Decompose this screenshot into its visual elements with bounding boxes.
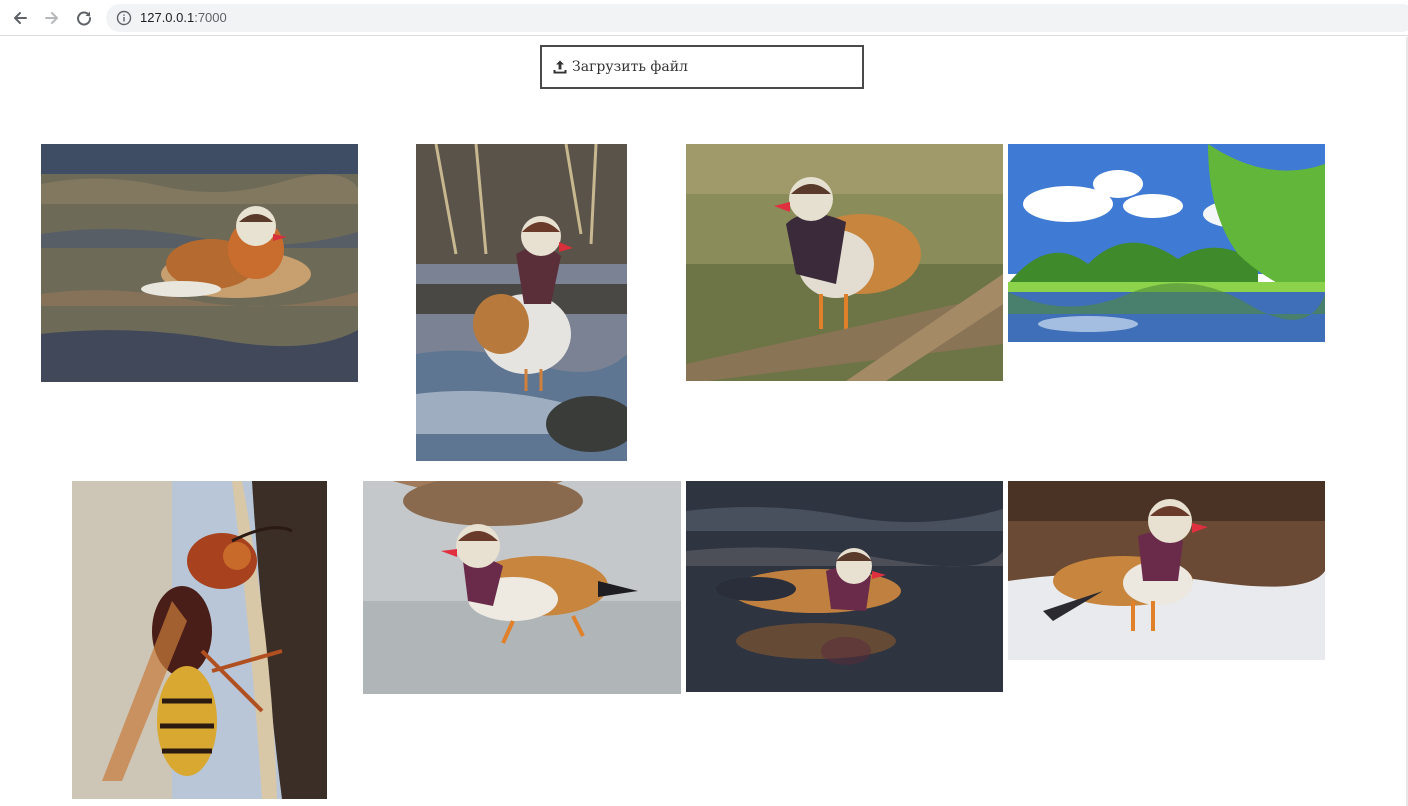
hornet-photo: [72, 481, 327, 799]
gallery-image-duck-dark-water[interactable]: [686, 481, 1003, 692]
duck-photo: [363, 481, 681, 694]
reload-button[interactable]: [70, 4, 98, 32]
gallery-image-duck-water[interactable]: [41, 144, 358, 382]
back-button[interactable]: [6, 4, 34, 32]
duck-photo: [416, 144, 627, 461]
page-content: Загрузить файл: [0, 37, 1406, 806]
forward-arrow-icon: [45, 12, 58, 24]
reload-icon: [77, 11, 92, 26]
gallery-image-duck-log[interactable]: [686, 144, 1003, 381]
upload-label: Загрузить файл: [572, 59, 688, 75]
landscape-photo: [1008, 144, 1325, 342]
duck-photo: [41, 144, 358, 382]
duck-photo: [1008, 481, 1325, 660]
gallery-image-duck-stream[interactable]: [416, 144, 627, 461]
gallery-image-hornet[interactable]: [72, 481, 327, 799]
duck-photo: [686, 144, 1003, 381]
info-icon[interactable]: [116, 10, 132, 26]
url-host: 127.0.0.1: [140, 10, 195, 25]
url-port: :7000: [194, 10, 227, 25]
upload-icon: [553, 60, 567, 74]
duck-photo: [686, 481, 1003, 692]
forward-button[interactable]: [38, 4, 66, 32]
upload-file-button[interactable]: Загрузить файл: [540, 45, 864, 89]
address-bar[interactable]: 127.0.0.1:7000: [106, 4, 1408, 32]
browser-toolbar: 127.0.0.1:7000: [0, 0, 1408, 36]
gallery-image-duck-snow[interactable]: [1008, 481, 1325, 660]
back-arrow-icon: [14, 12, 27, 24]
gallery-image-river-landscape[interactable]: [1008, 144, 1325, 342]
url-text[interactable]: 127.0.0.1:7000: [140, 10, 227, 26]
gallery-image-duck-ice[interactable]: [363, 481, 681, 694]
